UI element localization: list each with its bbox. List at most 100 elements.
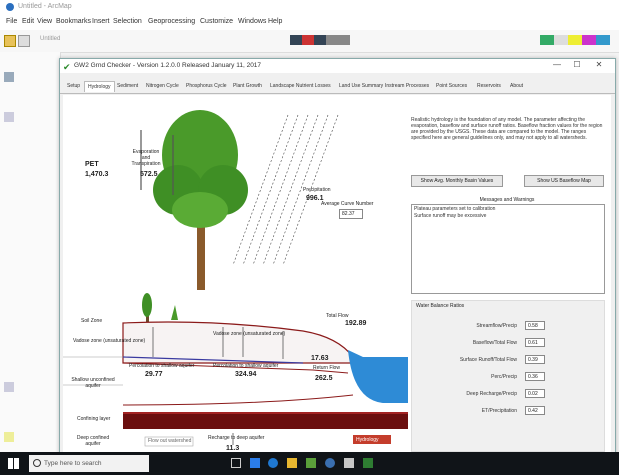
tab-reservoirs[interactable]: Reservoirs <box>474 81 504 92</box>
host-title-bar: Untitled - ArcMap <box>0 0 619 16</box>
pet-label: PET <box>85 161 99 168</box>
curve-number-field: 82.37 <box>339 209 363 219</box>
menu-windows[interactable]: Windows <box>238 18 266 25</box>
wb-value: 0.61 <box>525 338 545 347</box>
host-title: Untitled - ArcMap <box>18 3 72 10</box>
drawing-tools-icons[interactable] <box>540 35 610 45</box>
wb-value: 0.39 <box>525 355 545 364</box>
tab-phosphorus-cycle[interactable]: Phosphorus Cycle <box>183 81 230 92</box>
mini-window-title: Untitled <box>40 36 61 42</box>
dialog-title: GW2 Grnd Checker - Version 1.2.0.0 Relea… <box>74 62 262 69</box>
wb-label: Deep Recharge/Precip <box>466 391 517 397</box>
recharge-label: Percolation to shallow aquifer <box>129 363 195 369</box>
cn-label: Average Curve Number <box>321 201 374 207</box>
menu-selection[interactable]: Selection <box>113 18 142 25</box>
deep-recharge-value: 11.3 <box>226 445 240 452</box>
menu-view[interactable]: View <box>37 18 52 25</box>
lateral-value: 324.94 <box>235 371 257 378</box>
app-icon <box>6 3 14 11</box>
checkmark-icon: ✔ <box>63 62 71 72</box>
avg-monthly-button[interactable]: Show Avg. Monthly Basin Values <box>411 175 503 187</box>
tab-setup[interactable]: Setup <box>64 81 83 92</box>
app-icon[interactable] <box>306 458 316 468</box>
open-icon[interactable] <box>18 35 30 47</box>
confining-layer-band <box>123 412 408 429</box>
close-button[interactable]: ✕ <box>590 60 608 72</box>
vadose-label: Vadose zone (unsaturated zone) <box>213 331 286 337</box>
tab-hydrology[interactable]: Hydrology <box>84 81 115 92</box>
zoom-icon[interactable] <box>4 72 14 82</box>
info-text: Realistic hydrology is the foundation of… <box>411 117 603 141</box>
wb-label: Baseflow/Total Flow <box>472 340 517 346</box>
total-flow-value: 192.89 <box>345 320 367 327</box>
arcmap-taskbar-icon[interactable] <box>344 458 354 468</box>
host-toolbar: Untitled <box>0 30 619 53</box>
layers-icon[interactable] <box>4 112 14 122</box>
wb-label: ET/Precipitation <box>481 408 517 414</box>
tab-plant-growth[interactable]: Plant Growth <box>230 81 265 92</box>
aquifer-boundary <box>122 394 354 406</box>
menu-edit[interactable]: Edit <box>22 18 34 25</box>
wb-label: Perc/Precip <box>491 374 517 380</box>
vadose-zone-side-label: Vadose zone (unsaturated zone) <box>73 338 146 344</box>
chrome-icon[interactable] <box>325 458 335 468</box>
search-icon <box>33 459 41 467</box>
shrub-illustration <box>142 293 178 322</box>
soil-zone-label: Soil Zone <box>81 318 103 324</box>
warning-badge[interactable]: Hydrology <box>356 437 379 443</box>
usgs-baseflow-button[interactable]: Show US Baseflow Map <box>524 175 604 187</box>
store-icon[interactable] <box>250 458 260 468</box>
shallow-aquifer-label: Shallow unconfined aquifer <box>71 377 115 389</box>
total-flow-label: Total Flow <box>326 313 349 319</box>
task-view-icon[interactable] <box>231 458 241 468</box>
precip-label: Precipitation <box>303 187 331 193</box>
toolbar-icons-group[interactable] <box>290 35 350 45</box>
confining-layer-label: Confining layer <box>77 416 111 422</box>
tab-point-sources[interactable]: Point Sources <box>433 81 470 92</box>
deep-recharge-label: Recharge to deep aquifer <box>208 435 265 441</box>
pet-value: 1,470.3 <box>85 171 109 178</box>
baseflow-label: Return Flow <box>313 365 340 371</box>
stream-water <box>348 350 408 403</box>
new-doc-icon[interactable] <box>4 35 16 47</box>
taskbar-search-box[interactable]: Type here to search <box>29 455 149 472</box>
layer-node-icon[interactable] <box>4 432 14 442</box>
menu-geoprocessing[interactable]: Geoprocessing <box>148 18 195 25</box>
hydrology-panel: PET 1,470.3 Evaporation and Transpiratio… <box>63 95 611 453</box>
gw2-taskbar-icon[interactable] <box>363 458 373 468</box>
baseflow-value: 262.5 <box>315 375 333 382</box>
minimize-button[interactable]: — <box>548 60 566 72</box>
tab-land-use-summary[interactable]: Land Use Summary <box>336 81 386 92</box>
flow-out-label: Flow out watershed <box>148 438 192 444</box>
messages-list[interactable]: Plateau parameters set to calibration Su… <box>411 204 605 294</box>
menu-insert[interactable]: Insert <box>92 18 110 25</box>
table-of-contents-pane <box>0 52 61 452</box>
menu-help[interactable]: Help <box>268 18 282 25</box>
wb-value: 0.36 <box>525 372 545 381</box>
message-line: Surface runoff may be excessive <box>414 213 487 219</box>
menu-customize[interactable]: Customize <box>200 18 233 25</box>
maximize-button[interactable]: ☐ <box>568 60 586 72</box>
gw2-checker-dialog: ✔ GW2 Grnd Checker - Version 1.2.0.0 Rel… <box>59 58 616 458</box>
tab-bar: Setup Hydrology Sediment Nitrogen Cycle … <box>60 81 615 94</box>
water-balance-group: Water Balance Ratios Streamflow/Precip 0… <box>411 300 605 452</box>
menu-file[interactable]: File <box>6 18 17 25</box>
file-explorer-icon[interactable] <box>287 458 297 468</box>
recharge-value: 29.77 <box>145 371 163 378</box>
windows-start-icon[interactable] <box>8 458 19 469</box>
menu-bookmarks[interactable]: Bookmarks <box>56 18 91 25</box>
surface-runoff-value: 17.63 <box>311 355 329 362</box>
search-placeholder: Type here to search <box>44 460 102 467</box>
tab-nitrogen-cycle[interactable]: Nitrogen Cycle <box>143 81 182 92</box>
tab-landscape-nutrient-losses[interactable]: Landscape Nutrient Losses <box>267 81 334 92</box>
tab-about[interactable]: About <box>507 81 526 92</box>
hydrology-diagram <box>63 110 408 447</box>
lateral-label: Percolation to shallow aquifer <box>213 363 279 369</box>
tab-sediment[interactable]: Sediment <box>114 81 141 92</box>
edge-icon[interactable] <box>268 458 278 468</box>
wb-label: Streamflow/Precip <box>476 323 517 329</box>
tab-instream-processes[interactable]: Instream Processes <box>382 81 432 92</box>
wb-value: 0.02 <box>525 389 545 398</box>
layer-node-icon[interactable] <box>4 382 14 392</box>
message-line: Plateau parameters set to calibration <box>414 206 496 212</box>
